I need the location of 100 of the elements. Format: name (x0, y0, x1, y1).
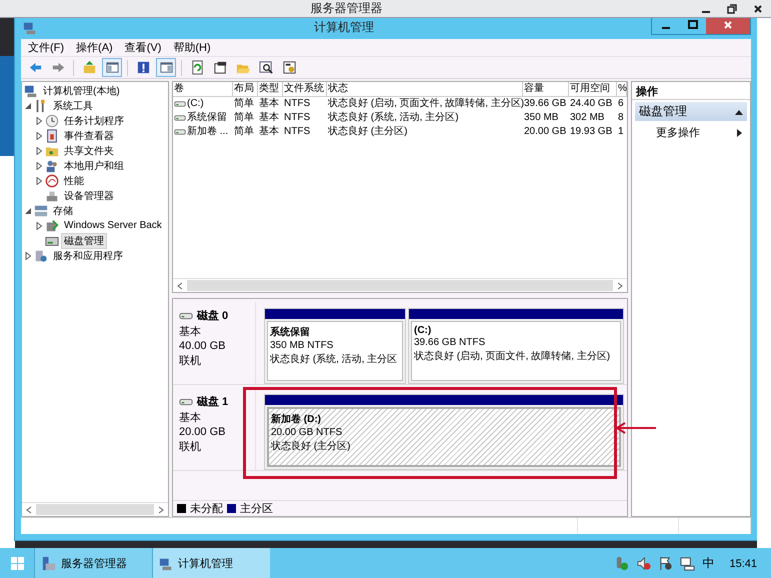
tree-item[interactable]: 磁盘管理 (61, 232, 107, 248)
back-icon (28, 60, 42, 75)
taskbar-item[interactable]: 计算机管理 (152, 548, 270, 578)
column-header[interactable]: % (617, 82, 627, 96)
input-method-indicator[interactable]: 中 (702, 555, 714, 572)
clock[interactable]: 15:41 (729, 558, 757, 570)
backup-icon (45, 218, 59, 232)
table-cell: 基本 (259, 126, 279, 138)
tree-item[interactable]: 存储 (50, 202, 76, 218)
gauge-icon (45, 174, 59, 188)
tree-pane-icon (104, 60, 120, 75)
storage-icon (34, 204, 48, 218)
expander-icon[interactable] (35, 146, 43, 154)
table-cell: 状态良好 (主分区) (328, 126, 408, 138)
settings-icon (282, 60, 296, 75)
monitor-icon[interactable] (680, 556, 696, 571)
partition-block[interactable]: (C:) 39.66 GB NTFS 状态良好 (启动, 页面文件, 故障转储, 主分区) (411, 321, 621, 381)
column-header[interactable]: 状态 (327, 82, 523, 96)
computer-icon (23, 20, 37, 34)
partition-size: 20.00 GB NTFS (271, 427, 344, 438)
users-icon (45, 158, 59, 172)
table-cell: 基本 (259, 98, 279, 110)
legend-label: 未分配 (190, 502, 223, 516)
tree-item[interactable]: 事件查看器 (61, 128, 117, 144)
log-icon (45, 128, 59, 142)
table-cell: 302 MB (570, 112, 604, 124)
tree-item[interactable]: 性能 (61, 172, 87, 188)
action-section[interactable]: 磁盘管理 (635, 102, 747, 121)
horizontal-scrollbar[interactable] (173, 278, 627, 292)
speaker-muted-icon[interactable] (636, 556, 652, 571)
toolbar-button[interactable] (102, 58, 122, 77)
column-header[interactable]: 可用空间 (569, 82, 617, 96)
taskbar-item[interactable]: 服务器管理器 (34, 548, 152, 578)
expander-icon[interactable] (35, 176, 43, 184)
partition-status: 状态良好 (主分区) (271, 440, 352, 453)
server-icon (41, 556, 56, 571)
maximize-icon (688, 20, 698, 30)
column-header[interactable]: 容量 (523, 82, 569, 96)
table-cell: 24.40 GB (570, 98, 612, 110)
services-icon (34, 248, 48, 262)
table-cell: 新加卷 ... (187, 126, 228, 138)
menu-item[interactable]: 文件(F) (23, 39, 70, 56)
partition-name: (C:) (414, 325, 432, 336)
forward-icon (50, 60, 66, 75)
expander-icon[interactable] (24, 102, 32, 110)
partition-status: 状态良好 (启动, 页面文件, 故障转储, 主分区) (414, 350, 612, 363)
disk-status: 联机 (179, 354, 202, 368)
device-icon (45, 188, 59, 202)
computer-icon (159, 556, 173, 570)
tree-item[interactable]: 设备管理器 (61, 188, 117, 204)
tree-item[interactable]: 本地用户和组 (61, 158, 127, 174)
column-header[interactable]: 布局 (233, 82, 258, 96)
action-pane-icon (158, 60, 174, 75)
partition-block[interactable]: 新加卷 (D:) 20.00 GB NTFS 状态良好 (主分区) (267, 407, 621, 467)
partition-block[interactable]: 系统保留 350 MB NTFS 状态良好 (系统, 活动, 主分区 (267, 321, 403, 381)
tree-item[interactable]: 任务计划程序 (61, 112, 127, 128)
tree-item[interactable]: 服务和应用程序 (50, 248, 126, 264)
table-cell: 6 (618, 98, 624, 110)
column-header[interactable]: 卷 (173, 82, 233, 96)
tree-item[interactable]: Windows Server Back (61, 219, 165, 232)
menu-item[interactable]: 查看(V) (120, 39, 166, 56)
minimize-icon (702, 10, 710, 12)
help-icon (136, 60, 150, 75)
collapse-icon (735, 108, 743, 114)
table-cell: 简单 (234, 112, 254, 124)
table-cell: NTFS (284, 112, 310, 124)
expander-icon[interactable] (24, 206, 32, 214)
action-item[interactable]: 更多操作 (632, 123, 750, 142)
expander-icon[interactable] (35, 116, 43, 124)
window-title: 计算机管理 (313, 19, 375, 36)
table-cell: 1 (618, 126, 624, 138)
horizontal-scrollbar[interactable] (22, 502, 168, 516)
submenu-icon (737, 128, 742, 136)
partition-size: 39.66 GB NTFS (414, 337, 486, 348)
flag-icon[interactable] (658, 556, 674, 571)
table-cell: 状态良好 (系统, 活动, 主分区) (328, 112, 459, 124)
expander-icon[interactable] (35, 162, 43, 170)
clock-icon (45, 114, 59, 128)
menu-item[interactable]: 操作(A) (71, 39, 118, 56)
tree-item[interactable]: 计算机管理(本地) (40, 82, 123, 98)
column-header[interactable]: 类型 (258, 82, 283, 96)
close-icon (723, 20, 733, 30)
window-title: 服务器管理器 (310, 0, 384, 17)
table-cell: 39.66 GB (524, 98, 566, 110)
expander-icon[interactable] (35, 132, 43, 140)
disk-name: 磁盘 1 (197, 395, 228, 409)
minimize-icon (662, 27, 670, 29)
menu-item[interactable]: 帮助(H) (168, 39, 216, 56)
expander-icon[interactable] (24, 252, 32, 260)
column-header[interactable]: 文件系统 (283, 82, 327, 96)
search-icon (258, 60, 274, 75)
expander-icon[interactable] (35, 222, 43, 230)
toolbar-button[interactable] (156, 58, 176, 77)
tree-item[interactable]: 系统工具 (50, 98, 96, 114)
tree-item[interactable]: 共享文件夹 (61, 142, 117, 158)
table-cell: 19.93 GB (570, 126, 612, 138)
disk-size: 40.00 GB (179, 340, 226, 352)
table-cell: NTFS (284, 126, 310, 138)
pointer-arrow (615, 421, 657, 435)
windows-logo-icon (10, 557, 24, 570)
